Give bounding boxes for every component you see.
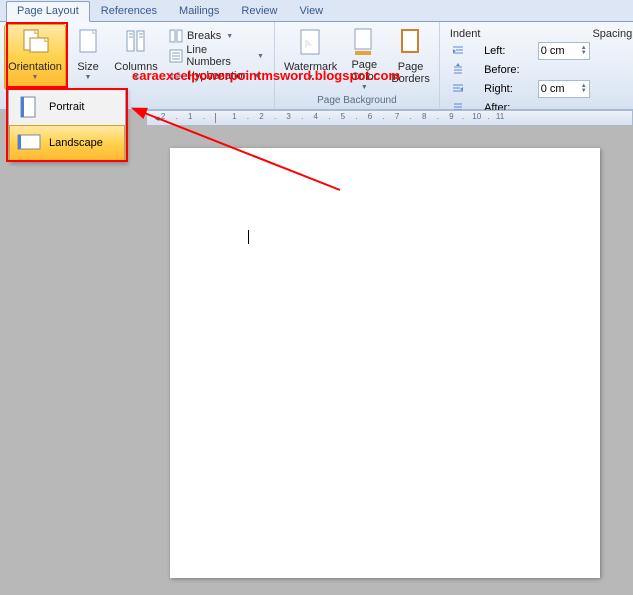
size-button[interactable]: Size ▼ bbox=[66, 24, 110, 90]
chevron-down-icon: ▼ bbox=[85, 74, 92, 81]
orientation-dropdown: Portrait Landscape bbox=[8, 88, 126, 162]
ribbon-tabs: Page Layout References Mailings Review V… bbox=[0, 0, 633, 22]
tab-references[interactable]: References bbox=[90, 1, 168, 22]
line-numbers-label: Line Numbers bbox=[186, 44, 252, 68]
spacing-before-icon bbox=[450, 62, 466, 78]
before-label: Before: bbox=[484, 64, 534, 76]
indent-left-input[interactable]: 0 cm ▲▼ bbox=[538, 42, 590, 60]
tab-review[interactable]: Review bbox=[230, 1, 288, 22]
group-page-background: A Watermark ▼ Page Color ▼ Page Borders … bbox=[275, 22, 440, 109]
tab-page-layout[interactable]: Page Layout bbox=[6, 1, 90, 22]
document-page[interactable] bbox=[170, 148, 600, 578]
breaks-label: Breaks bbox=[187, 30, 221, 42]
indent-right-icon bbox=[450, 81, 466, 97]
spinner-icon[interactable]: ▲▼ bbox=[581, 84, 587, 94]
annotation-watermark-text: caraexcelpowerpointmsword.blogspot.com bbox=[132, 68, 400, 83]
breaks-button[interactable]: Breaks ▼ bbox=[166, 26, 266, 46]
orientation-button[interactable]: Orientation ▼ bbox=[4, 24, 66, 90]
indent-right-value: 0 cm bbox=[541, 83, 565, 95]
tab-view[interactable]: View bbox=[288, 1, 334, 22]
watermark-icon: A bbox=[295, 27, 327, 59]
chevron-down-icon: ▼ bbox=[257, 53, 264, 60]
landscape-label: Landscape bbox=[49, 137, 103, 149]
chevron-down-icon: ▼ bbox=[361, 84, 368, 91]
landscape-icon bbox=[17, 131, 41, 155]
portrait-label: Portrait bbox=[49, 101, 84, 113]
columns-icon bbox=[120, 27, 152, 59]
right-label: Right: bbox=[484, 83, 534, 95]
line-numbers-icon bbox=[168, 48, 183, 64]
indent-left-icon bbox=[450, 43, 466, 59]
orientation-landscape-item[interactable]: Landscape bbox=[9, 125, 125, 161]
indent-header: Indent bbox=[450, 28, 481, 40]
orientation-icon bbox=[19, 27, 51, 59]
spinner-icon[interactable]: ▲▼ bbox=[581, 46, 587, 56]
left-label: Left: bbox=[484, 45, 534, 57]
line-numbers-button[interactable]: Line Numbers ▼ bbox=[166, 46, 266, 66]
chevron-down-icon: ▼ bbox=[226, 33, 233, 40]
page-color-icon bbox=[348, 27, 380, 57]
portrait-icon bbox=[17, 95, 41, 119]
indent-right-input[interactable]: 0 cm ▲▼ bbox=[538, 80, 590, 98]
page-borders-icon bbox=[395, 27, 427, 59]
group-label-page-background: Page Background bbox=[279, 93, 435, 109]
spacing-header: Spacing bbox=[592, 28, 632, 40]
orientation-portrait-item[interactable]: Portrait bbox=[9, 89, 125, 125]
orientation-label: Orientation bbox=[8, 61, 62, 73]
chevron-down-icon: ▼ bbox=[32, 74, 39, 81]
size-label: Size bbox=[77, 61, 98, 73]
group-paragraph: Indent Spacing Left: 0 cm ▲▼ Before: Righ… bbox=[440, 22, 633, 109]
text-cursor bbox=[248, 230, 249, 244]
horizontal-ruler[interactable]: ◄ 2 · 1 · 1 · 2 · 3 · 4 · 5 · 6 · 7 · 8 … bbox=[146, 110, 633, 126]
size-icon bbox=[72, 27, 104, 59]
tab-mailings[interactable]: Mailings bbox=[168, 1, 230, 22]
breaks-icon bbox=[168, 28, 184, 44]
indent-left-value: 0 cm bbox=[541, 45, 565, 57]
